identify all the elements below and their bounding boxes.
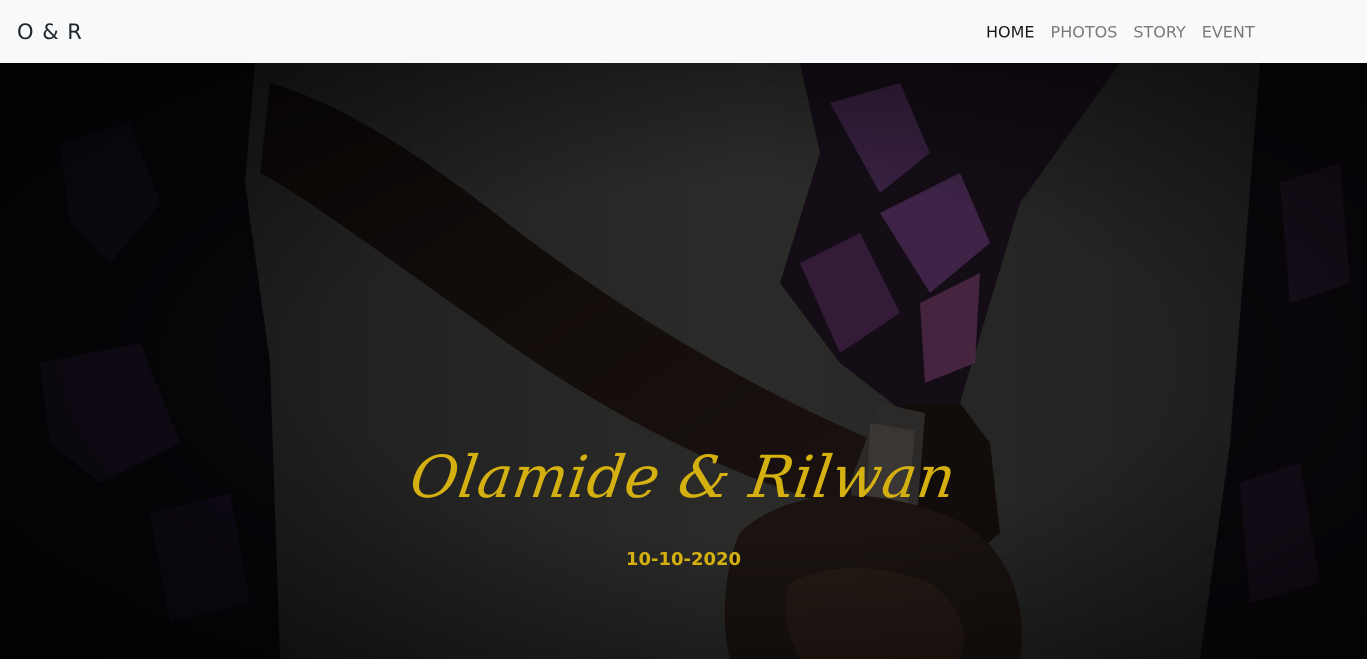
nav-link-home[interactable]: HOME — [978, 22, 1043, 41]
hero-section: Olamide & Rilwan 10-10-2020 — [0, 63, 1367, 659]
couple-names-title: Olamide & Rilwan — [406, 443, 961, 511]
nav-links: HOME PHOTOS STORY EVENT — [978, 22, 1263, 41]
brand-logo[interactable]: O & R — [17, 20, 83, 44]
hero-content: Olamide & Rilwan 10-10-2020 — [0, 443, 1367, 570]
navbar: O & R HOME PHOTOS STORY EVENT — [0, 0, 1367, 63]
nav-link-photos[interactable]: PHOTOS — [1043, 22, 1126, 41]
nav-link-event[interactable]: EVENT — [1194, 22, 1263, 41]
nav-link-story[interactable]: STORY — [1125, 22, 1193, 41]
wedding-date: 10-10-2020 — [625, 549, 742, 570]
